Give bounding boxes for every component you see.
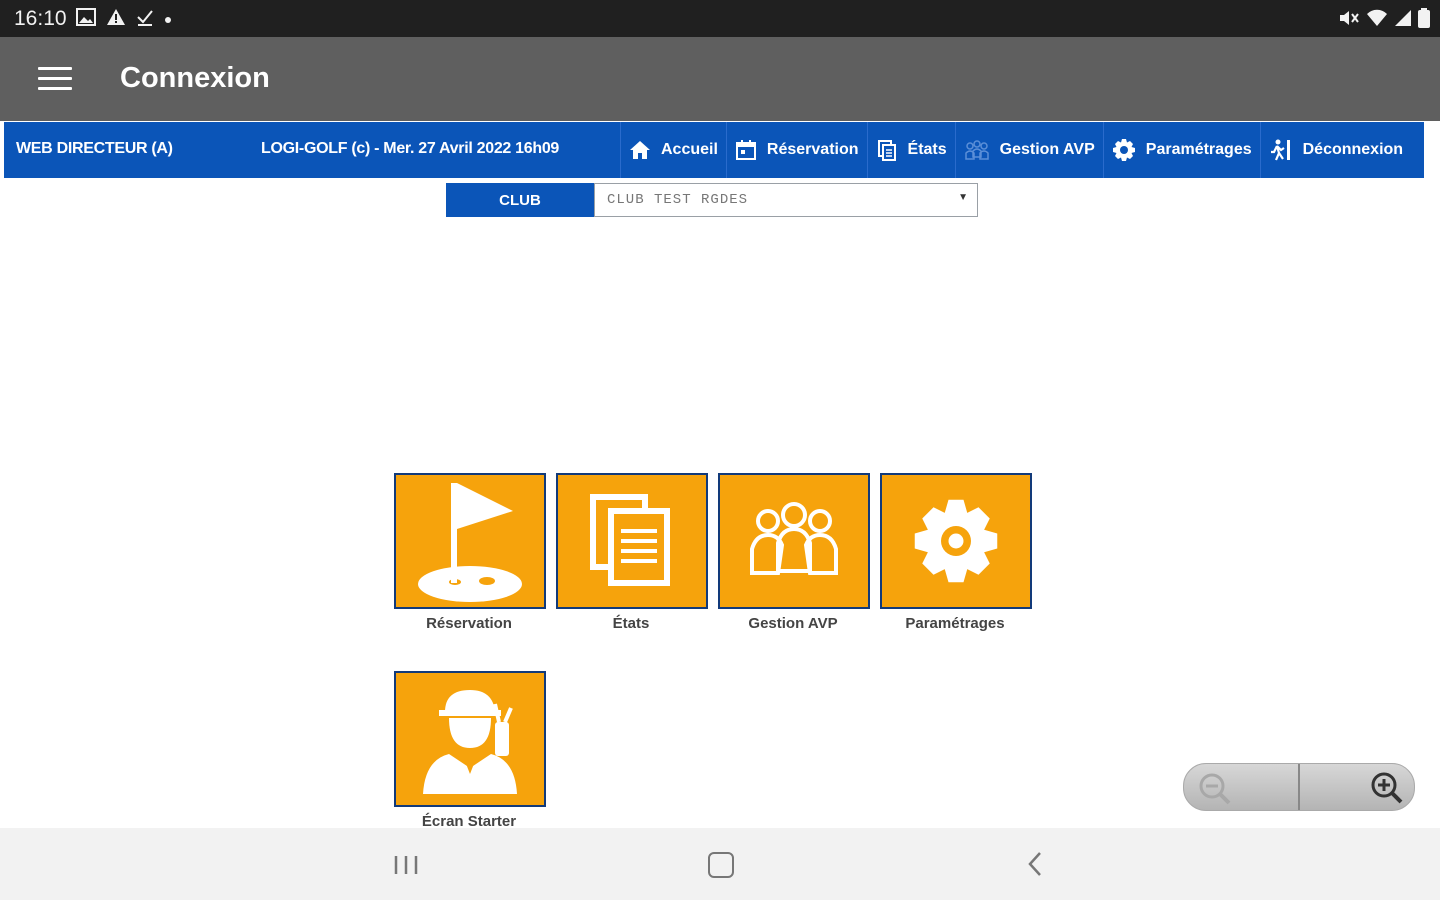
download-done-icon <box>136 8 154 31</box>
system-nav-bar <box>0 828 1440 900</box>
zoom-divider <box>1298 764 1300 810</box>
mute-icon <box>1338 9 1360 32</box>
people-icon <box>750 502 838 575</box>
tile-box <box>718 473 870 609</box>
tile-label: États <box>612 615 650 632</box>
page-title: Connexion <box>120 62 270 94</box>
menu-icon[interactable] <box>38 67 72 93</box>
zoom-out-icon[interactable] <box>1198 772 1232 811</box>
nav-item-label: Accueil <box>661 141 718 158</box>
nav-item-label: Paramétrages <box>1145 141 1252 158</box>
tile-gestion-avp[interactable]: Gestion AVP <box>718 473 870 632</box>
nav-item-accueil[interactable]: Accueil <box>620 122 726 178</box>
nav-item-label: États <box>907 141 947 158</box>
dropdown-arrow-icon: ▼ <box>958 192 969 203</box>
nav-item-label: Gestion AVP <box>999 141 1095 158</box>
nav-item-deconnexion[interactable]: Déconnexion <box>1259 122 1411 178</box>
back-icon[interactable] <box>1026 850 1044 883</box>
signal-icon <box>1394 9 1412 32</box>
image-icon <box>76 8 96 31</box>
tile-reservation[interactable]: Réservation <box>394 473 546 632</box>
calendar-icon <box>735 140 756 160</box>
home-icon <box>630 141 650 159</box>
zoom-control <box>1183 763 1415 811</box>
gear-icon <box>914 499 998 583</box>
golf-flag-icon <box>418 482 522 602</box>
nav-item-parametrages[interactable]: Paramétrages <box>1102 122 1260 178</box>
app-bar: Connexion <box>0 37 1440 121</box>
exit-icon <box>1270 139 1290 161</box>
battery-icon <box>1418 8 1430 33</box>
home-circle-icon[interactable] <box>708 852 734 878</box>
tile-label: Gestion AVP <box>748 615 838 632</box>
tile-box <box>394 473 546 609</box>
nav-item-label: Réservation <box>766 141 859 158</box>
tile-ecran-starter[interactable]: Écran Starter <box>394 671 546 830</box>
tile-box <box>556 473 708 609</box>
nav-item-gestion-avp[interactable]: Gestion AVP <box>954 122 1103 178</box>
tile-box <box>880 473 1032 609</box>
gear-icon <box>1112 139 1135 161</box>
nav-item-reservation[interactable]: Réservation <box>725 122 867 178</box>
club-dropdown[interactable]: CLUB TEST RGDES ▼ <box>594 183 978 217</box>
top-nav: WEB DIRECTEUR (A) LOGI-GOLF (c) - Mer. 2… <box>4 122 1424 178</box>
nav-item-etats[interactable]: États <box>866 122 955 178</box>
warning-icon <box>106 8 126 31</box>
tile-box <box>394 671 546 807</box>
tile-label: Paramétrages <box>905 615 1005 632</box>
zoom-in-icon[interactable] <box>1370 771 1404 810</box>
club-dropdown-value: CLUB TEST RGDES <box>607 192 749 208</box>
session-info: LOGI-GOLF (c) - Mer. 27 Avril 2022 16h09 <box>261 140 560 157</box>
recents-icon[interactable] <box>393 854 419 881</box>
dot-icon <box>164 11 172 29</box>
club-label: CLUB <box>446 183 594 217</box>
documents-icon <box>590 494 670 586</box>
user-label: WEB DIRECTEUR (A) <box>16 140 173 157</box>
club-selector: CLUB CLUB TEST RGDES ▼ <box>446 183 978 217</box>
tile-parametrages[interactable]: Paramétrages <box>880 473 1032 632</box>
tile-etats[interactable]: États <box>556 473 708 632</box>
wifi-icon <box>1366 9 1388 32</box>
nav-item-label: Déconnexion <box>1302 141 1404 158</box>
tile-label: Réservation <box>426 615 512 632</box>
status-bar: 16:10 <box>0 0 1440 37</box>
people-icon <box>964 140 989 160</box>
golfer-icon <box>423 689 517 794</box>
documents-icon <box>877 140 896 161</box>
status-time: 16:10 <box>14 7 67 30</box>
